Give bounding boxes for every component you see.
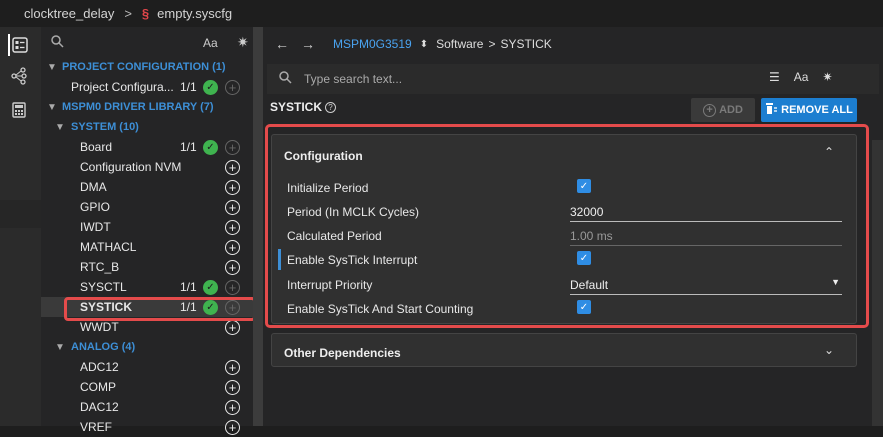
- chevron-down-icon[interactable]: ⌄: [824, 343, 834, 357]
- add-instance-icon[interactable]: +: [225, 399, 240, 415]
- main-panel: ← → MSPM0G3519 ⬍ Software > SYSTICK Type…: [263, 27, 883, 426]
- search-icon: [51, 35, 64, 51]
- sidebar: Aa ✷ ▼ PROJECT CONFIGURATION (1) Project…: [41, 27, 256, 435]
- tree-item-dma[interactable]: DMA +: [41, 177, 253, 197]
- calculator-icon[interactable]: [8, 99, 30, 121]
- sparkle-filter-icon[interactable]: ✷: [822, 70, 832, 84]
- tree-item-board[interactable]: Board 1/1 ✓ +: [41, 137, 253, 157]
- tree-item-iwdt[interactable]: IWDT +: [41, 217, 253, 237]
- nav-path-systick: SYSTICK: [500, 37, 552, 51]
- sidebar-search[interactable]: Aa ✷: [41, 27, 253, 59]
- add-instance-icon[interactable]: +: [225, 379, 240, 395]
- tree-item-comp[interactable]: COMP +: [41, 377, 253, 397]
- enable-interrupt-checkbox[interactable]: ✓: [577, 251, 591, 265]
- add-instance-icon[interactable]: +: [225, 359, 240, 375]
- add-instance-icon[interactable]: +: [225, 239, 240, 255]
- tree-item-dac12[interactable]: DAC12 +: [41, 397, 253, 417]
- period-input[interactable]: 32000: [570, 203, 842, 222]
- plus-circle-icon: +: [703, 103, 717, 117]
- breadcrumb-file[interactable]: empty.syscfg: [157, 6, 232, 21]
- remove-all-button[interactable]: REMOVE ALL: [761, 98, 857, 122]
- add-instance-icon[interactable]: +: [225, 79, 240, 95]
- module-tree: ▼ PROJECT CONFIGURATION (1) Project Conf…: [41, 57, 253, 437]
- main-scrollbar[interactable]: [872, 140, 883, 426]
- prop-calculated-period: Calculated Period 1.00 ms: [287, 225, 847, 247]
- help-icon[interactable]: ?: [325, 102, 337, 113]
- chevron-down-icon: ▼: [55, 341, 65, 353]
- network-graph-icon[interactable]: [8, 65, 30, 87]
- tree-item-configuration-nvm[interactable]: Configuration NVM +: [41, 157, 253, 177]
- breadcrumb-project[interactable]: clocktree_delay: [24, 6, 114, 21]
- list-view-icon[interactable]: [8, 34, 30, 56]
- module-title: SYSTICK: [270, 100, 323, 114]
- nav-bar: ← → MSPM0G3519 ⬍ Software > SYSTICK: [263, 27, 883, 61]
- back-arrow-icon[interactable]: ←: [275, 36, 289, 52]
- add-instance-icon[interactable]: +: [225, 179, 240, 195]
- highlight-box-systick: [64, 297, 256, 321]
- trash-icon: [765, 102, 778, 118]
- syscfg-file-icon: §: [141, 6, 150, 21]
- match-case-toggle[interactable]: Aa: [203, 36, 218, 50]
- prop-interrupt-priority: Interrupt Priority Default ▼: [287, 274, 847, 296]
- list-lines-icon[interactable]: ☰: [769, 70, 780, 84]
- forward-arrow-icon[interactable]: →: [301, 36, 315, 52]
- match-case-toggle[interactable]: Aa: [794, 70, 809, 84]
- prop-enable-systick-interrupt: Enable SysTick Interrupt ✓: [278, 249, 847, 271]
- check-circle-icon: ✓: [203, 79, 218, 95]
- chevron-down-icon: ▼: [55, 121, 65, 133]
- calculated-period-value: 1.00 ms: [570, 227, 842, 246]
- left-edge-panel: [0, 200, 41, 228]
- tree-item-sysctl[interactable]: SYSCTL 1/1 ✓ +: [41, 277, 253, 297]
- prop-period: Period (In MCLK Cycles) 32000: [287, 201, 847, 223]
- add-instance-icon[interactable]: +: [225, 279, 240, 295]
- tree-item-vref[interactable]: VREF +: [41, 417, 253, 437]
- initialize-period-checkbox[interactable]: ✓: [577, 179, 591, 193]
- check-circle-icon: ✓: [203, 139, 218, 155]
- add-button[interactable]: + ADD: [691, 98, 755, 122]
- tree-item-gpio[interactable]: GPIO +: [41, 197, 253, 217]
- dropdown-arrow-icon: ▼: [831, 277, 840, 287]
- prop-initialize-period: Initialize Period ✓: [287, 177, 847, 199]
- search-icon: [279, 71, 292, 87]
- enable-start-counting-checkbox[interactable]: ✓: [577, 300, 591, 314]
- other-dependencies-panel[interactable]: Other Dependencies ⌄: [271, 333, 857, 367]
- add-instance-icon[interactable]: +: [225, 199, 240, 215]
- device-selector[interactable]: MSPM0G3519: [333, 37, 412, 51]
- chevron-up-icon[interactable]: ⌃: [824, 145, 834, 159]
- sidebar-scrollbar[interactable]: [253, 27, 263, 426]
- main-search-bar[interactable]: Type search text... ☰ Aa ✷: [267, 64, 879, 94]
- breadcrumb-separator: >: [124, 6, 132, 21]
- check-circle-icon: ✓: [203, 279, 218, 295]
- section-system[interactable]: ▼ SYSTEM (10): [41, 117, 253, 137]
- tree-item-mathacl[interactable]: MATHACL +: [41, 237, 253, 257]
- sparkle-filter-icon[interactable]: ✷: [237, 34, 249, 51]
- tree-item-rtc-b[interactable]: RTC_B +: [41, 257, 253, 277]
- search-input[interactable]: Type search text...: [304, 72, 402, 86]
- section-mspm0-driver-library[interactable]: ▼ MSPM0 DRIVER LIBRARY (7): [41, 97, 253, 117]
- prop-enable-start-counting: Enable SysTick And Start Counting ✓: [287, 298, 847, 320]
- add-instance-icon[interactable]: +: [225, 219, 240, 235]
- add-instance-icon[interactable]: +: [225, 259, 240, 275]
- chevron-down-icon: ▼: [47, 101, 57, 113]
- nav-path-software[interactable]: Software: [436, 37, 483, 51]
- add-instance-icon[interactable]: +: [225, 159, 240, 175]
- add-instance-icon[interactable]: +: [225, 139, 240, 155]
- title-breadcrumb: clocktree_delay > § empty.syscfg: [0, 0, 883, 27]
- device-switch-icon[interactable]: ⬍: [420, 39, 428, 50]
- tree-item-adc12[interactable]: ADC12 +: [41, 357, 253, 377]
- section-analog[interactable]: ▼ ANALOG (4): [41, 337, 253, 357]
- interrupt-priority-select[interactable]: Default ▼: [570, 276, 842, 295]
- add-instance-icon[interactable]: +: [225, 419, 240, 435]
- focus-marker: [278, 249, 281, 270]
- add-instance-icon[interactable]: +: [225, 319, 240, 335]
- configuration-panel: Configuration ⌃ Initialize Period ✓ Peri…: [271, 134, 857, 324]
- other-dependencies-header: Other Dependencies: [284, 346, 401, 360]
- configuration-header[interactable]: Configuration: [284, 149, 363, 163]
- chevron-down-icon: ▼: [47, 61, 57, 73]
- nav-separator: >: [488, 37, 496, 51]
- tree-item-project-configuration[interactable]: Project Configura... 1/1 ✓ +: [41, 77, 253, 97]
- section-project-configuration[interactable]: ▼ PROJECT CONFIGURATION (1): [41, 57, 253, 77]
